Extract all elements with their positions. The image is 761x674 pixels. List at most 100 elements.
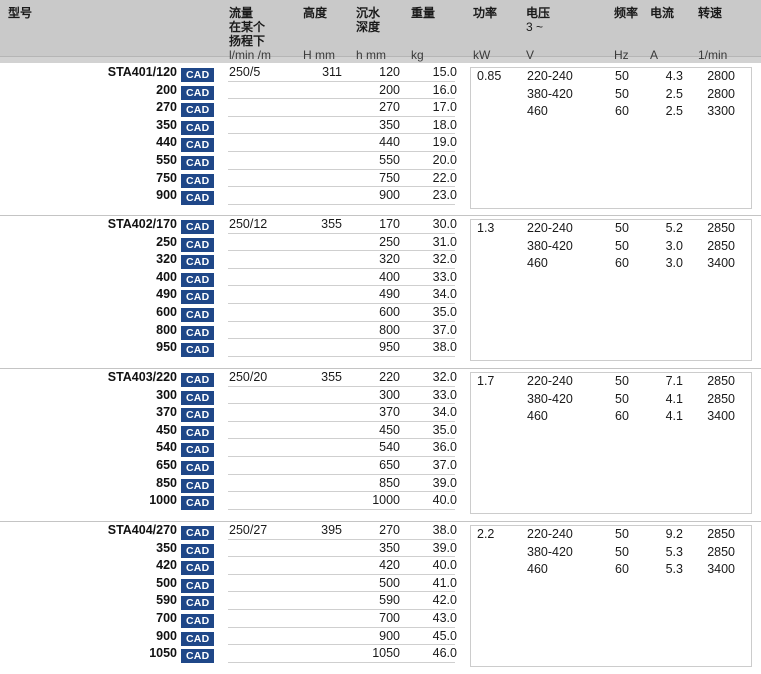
cad-button[interactable]: CAD <box>181 371 215 388</box>
cell-weight: 32.0 <box>432 252 457 267</box>
cad-button[interactable]: CAD <box>181 424 215 441</box>
column-header-speed: 转速 1/min <box>698 6 728 62</box>
column-header-height: 高度 H mm <box>303 6 335 62</box>
cell-current: 5.2 <box>665 221 683 235</box>
electrical-panel: 0.85 220-240 50 4.3 2800 380-420 50 2.5 2800 460 6… <box>470 67 752 209</box>
spec-block: STA401/120 CAD 250/5 311 120 15.0 200 CAD 200 16.… <box>0 64 761 216</box>
cad-badge-label: CAD <box>181 526 215 540</box>
cad-button[interactable]: CAD <box>181 524 215 541</box>
cad-button[interactable]: CAD <box>181 324 215 341</box>
cell-voltage: 460 <box>527 409 548 424</box>
cad-badge-label: CAD <box>181 343 215 358</box>
cell-depth: 850 <box>379 475 400 490</box>
cad-button[interactable]: CAD <box>181 119 215 136</box>
cell-weight: 20.0 <box>432 152 457 167</box>
cell-weight: 34.0 <box>432 287 457 302</box>
electrical-row: 380-420 50 5.3 2850 <box>471 544 751 562</box>
cell-model: 700 <box>156 610 177 625</box>
cad-button[interactable]: CAD <box>181 630 215 647</box>
cell-model: 450 <box>156 422 177 437</box>
cad-button[interactable]: CAD <box>181 271 215 288</box>
cell-depth: 500 <box>379 575 400 590</box>
cell-weight: 39.0 <box>432 475 457 490</box>
cad-button[interactable]: CAD <box>181 218 215 235</box>
cell-depth: 270 <box>379 523 400 537</box>
cad-button[interactable]: CAD <box>181 559 215 576</box>
cell-depth: 220 <box>379 370 400 384</box>
spec-block-inner: STA401/120 CAD 250/5 311 120 15.0 200 CAD 200 16.… <box>0 64 761 215</box>
cad-button[interactable]: CAD <box>181 577 215 594</box>
electrical-panel: 1.3 220-240 50 5.2 2850 380-420 50 3.0 2850 460 60… <box>470 219 752 361</box>
cell-model: 1050 <box>149 646 177 661</box>
cell-weight: 33.0 <box>432 387 457 402</box>
cad-button[interactable]: CAD <box>181 172 215 189</box>
cell-current: 9.2 <box>665 527 683 541</box>
cell-model: STA401/120 <box>107 65 177 79</box>
cad-button[interactable]: CAD <box>181 66 215 83</box>
cell-weight: 45.0 <box>432 628 457 643</box>
cell-depth: 750 <box>379 170 400 185</box>
cad-badge-label: CAD <box>181 649 215 664</box>
column-header-frequency: 频率 Hz <box>614 6 639 62</box>
spec-block: STA403/220 CAD 250/20 355 220 32.0 300 CAD 300 33… <box>0 369 761 522</box>
cad-button[interactable]: CAD <box>181 101 215 118</box>
row-divider <box>228 661 455 663</box>
cad-button[interactable]: CAD <box>181 542 215 559</box>
cell-depth: 320 <box>379 252 400 267</box>
cell-weight: 39.0 <box>432 540 457 555</box>
cell-speed: 2850 <box>707 544 735 559</box>
cell-depth: 200 <box>379 82 400 97</box>
cell-model: STA404/270 <box>107 523 177 537</box>
cell-model: 350 <box>156 117 177 132</box>
cad-badge-label: CAD <box>181 443 215 458</box>
cad-badge-label: CAD <box>181 191 215 206</box>
cell-depth: 450 <box>379 422 400 437</box>
cell-power: 1.7 <box>477 374 495 388</box>
cad-button[interactable]: CAD <box>181 612 215 629</box>
column-header-current: 电流 A <box>650 6 675 62</box>
cell-model: 950 <box>156 340 177 355</box>
cell-current: 4.1 <box>665 409 683 424</box>
cell-voltage: 220-240 <box>527 221 573 235</box>
cad-button[interactable]: CAD <box>181 647 215 664</box>
cell-frequency: 60 <box>615 409 629 424</box>
cad-button[interactable]: CAD <box>181 306 215 323</box>
cad-button[interactable]: CAD <box>181 236 215 253</box>
electrical-row: 460 60 2.5 3300 <box>471 103 751 121</box>
cell-depth: 420 <box>379 558 400 573</box>
cell-depth: 1050 <box>372 646 400 661</box>
cell-frequency: 50 <box>615 527 629 541</box>
cell-weight: 15.0 <box>432 65 457 79</box>
cad-button[interactable]: CAD <box>181 253 215 270</box>
cad-badge-label: CAD <box>181 561 215 576</box>
cell-weight: 19.0 <box>432 135 457 150</box>
product-spec-table: 型号 流量 在某个 扬程下 l/min /m 高度 H mm 沉水 深度 h m… <box>0 0 761 671</box>
cad-badge-label: CAD <box>181 596 215 611</box>
cad-button[interactable]: CAD <box>181 477 215 494</box>
cad-button[interactable]: CAD <box>181 389 215 406</box>
cad-button[interactable]: CAD <box>181 494 215 511</box>
cad-button[interactable]: CAD <box>181 594 215 611</box>
cell-model: 200 <box>156 82 177 97</box>
cad-button[interactable]: CAD <box>181 136 215 153</box>
cad-button[interactable]: CAD <box>181 84 215 101</box>
cad-button[interactable]: CAD <box>181 288 215 305</box>
cad-badge-label: CAD <box>181 237 215 252</box>
cad-button[interactable]: CAD <box>181 459 215 476</box>
cell-power: 0.85 <box>477 69 502 83</box>
cell-model: 320 <box>156 252 177 267</box>
cell-frequency: 60 <box>615 104 629 119</box>
column-header-voltage: 电压 3 ~ V <box>526 6 551 62</box>
cell-frequency: 60 <box>615 256 629 271</box>
cad-button[interactable]: CAD <box>181 441 215 458</box>
cad-button[interactable]: CAD <box>181 341 215 358</box>
cad-button[interactable]: CAD <box>181 189 215 206</box>
cell-current: 2.5 <box>665 86 683 101</box>
cad-badge-label: CAD <box>181 496 215 511</box>
cell-frequency: 50 <box>615 374 629 388</box>
cad-button[interactable]: CAD <box>181 406 215 423</box>
cell-depth: 700 <box>379 610 400 625</box>
cell-model: 500 <box>156 575 177 590</box>
cad-button[interactable]: CAD <box>181 154 215 171</box>
cell-depth: 250 <box>379 234 400 249</box>
